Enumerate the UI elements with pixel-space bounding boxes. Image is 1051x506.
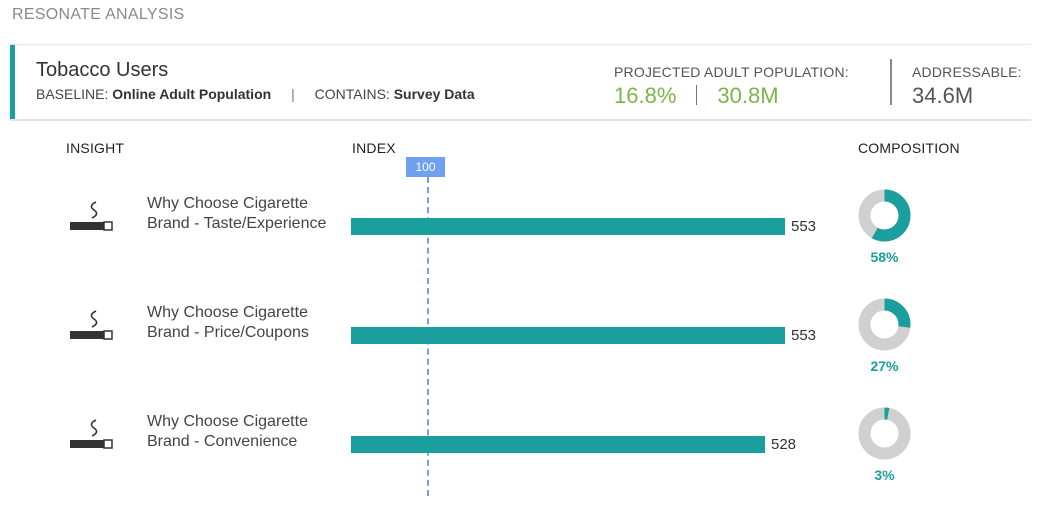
segment-title: Tobacco Users <box>36 59 169 81</box>
projected-population: PROJECTED ADULT POPULATION: 16.8% 30.8M <box>614 64 849 109</box>
addressable-population: ADDRESSABLE: 34.6M <box>912 64 1022 109</box>
index-column-header: INDEX <box>352 140 396 156</box>
index-bar[interactable] <box>351 218 785 235</box>
composition-percent: 3% <box>874 467 895 483</box>
segment-header: Tobacco Users BASELINE: Online Adult Pop… <box>10 44 1031 121</box>
baseline-value: Online Adult Population <box>112 86 272 102</box>
index-value: 553 <box>791 327 817 344</box>
index-bar[interactable] <box>351 436 765 453</box>
header-accent-bar <box>10 45 15 119</box>
projected-divider <box>696 85 698 105</box>
contains-label: CONTAINS: <box>314 86 390 102</box>
index-value: 528 <box>771 436 797 453</box>
insight-column-header: INSIGHT <box>66 140 125 156</box>
insight-row[interactable]: Why Choose Cigarette Brand - Price/Coupo… <box>0 297 1051 397</box>
cigarette-icon <box>66 200 116 234</box>
segment-meta: BASELINE: Online Adult Population | CONT… <box>36 86 475 102</box>
index-reference-badge: 100 <box>406 157 445 177</box>
index-bar[interactable] <box>351 327 785 344</box>
cigarette-icon <box>66 309 116 343</box>
cigarette-icon <box>66 418 116 452</box>
addressable-label: ADDRESSABLE: <box>912 64 1022 80</box>
composition-donut[interactable] <box>857 297 912 352</box>
composition-donut[interactable] <box>857 406 912 461</box>
contains-value: Survey Data <box>393 86 475 102</box>
insight-row[interactable]: Why Choose Cigarette Brand - Convenience… <box>0 406 1051 506</box>
index-value: 553 <box>791 218 817 235</box>
app-title: RESONATE ANALYSIS <box>12 6 185 23</box>
insight-label[interactable]: Why Choose Cigarette Brand - Taste/Exper… <box>147 194 337 234</box>
composition-percent: 58% <box>870 249 899 265</box>
composition-donut[interactable] <box>857 188 912 243</box>
addressable-count: 34.6M <box>912 83 974 108</box>
insight-row[interactable]: Why Choose Cigarette Brand - Taste/Exper… <box>0 188 1051 288</box>
composition-percent: 27% <box>870 358 899 374</box>
baseline-label: BASELINE: <box>36 86 109 102</box>
header-divider <box>890 59 892 105</box>
projected-percent: 16.8% <box>614 83 677 108</box>
insight-label[interactable]: Why Choose Cigarette Brand - Price/Coupo… <box>147 303 337 343</box>
composition-column-header: COMPOSITION <box>858 140 960 156</box>
meta-separator: | <box>291 86 295 102</box>
projected-label: PROJECTED ADULT POPULATION: <box>614 64 849 80</box>
projected-count: 30.8M <box>717 83 779 108</box>
insight-label[interactable]: Why Choose Cigarette Brand - Convenience <box>147 412 337 452</box>
